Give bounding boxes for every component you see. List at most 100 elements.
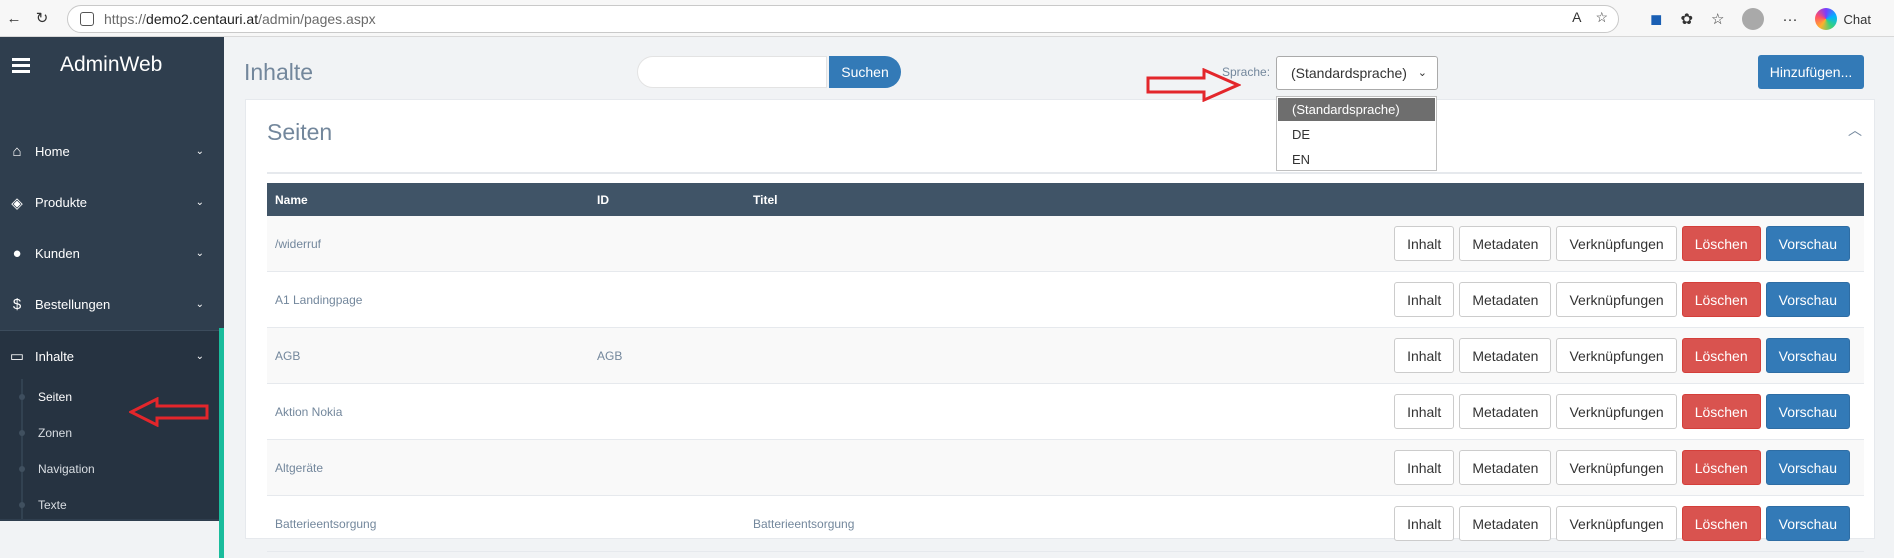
extensions-puzzle-icon[interactable]: ✿ <box>1680 10 1693 28</box>
column-id[interactable]: ID <box>597 193 609 207</box>
brand-title[interactable]: AdminWeb <box>60 53 162 77</box>
vorschau-button[interactable]: Vorschau <box>1765 226 1850 261</box>
column-name[interactable]: Name <box>275 193 308 207</box>
chevron-down-icon: ⌄ <box>195 197 204 208</box>
refresh-icon[interactable]: ↻ <box>32 8 52 28</box>
inhalt-button[interactable]: Inhalt <box>1394 506 1455 541</box>
sidebar-menu-list: ⌂ Home ⌄ ◈ Produkte ⌄ ● Kunden ⌄ $ Beste… <box>0 126 224 381</box>
page-title: Inhalte <box>244 59 314 85</box>
row-actions: Inhalt Metadaten Verknüpfungen Löschen Vorsc… <box>1394 282 1850 317</box>
cell-name: Batterieentsorgung <box>275 517 377 531</box>
table-row: Altgeräte Inhalt Metadaten Verknüpfungen Lös… <box>267 440 1864 496</box>
row-actions: Inhalt Metadaten Verknüpfungen Löschen Vorsc… <box>1394 338 1850 373</box>
loeschen-button[interactable]: Löschen <box>1681 506 1761 541</box>
read-aloud-icon[interactable]: A <box>1572 9 1581 26</box>
back-arrow-icon[interactable]: ← <box>4 8 24 28</box>
chevron-up-icon[interactable]: ︿ <box>1848 120 1862 140</box>
language-option[interactable]: (Standardsprache) <box>1278 98 1435 121</box>
verknuepfungen-button[interactable]: Verknüpfungen <box>1556 282 1677 317</box>
language-option[interactable]: EN <box>1277 147 1436 172</box>
language-dropdown-list: (Standardsprache) DE EN <box>1276 96 1437 171</box>
chevron-down-icon: ⌄ <box>195 299 204 310</box>
metadaten-button[interactable]: Metadaten <box>1459 394 1552 429</box>
vorschau-button[interactable]: Vorschau <box>1765 506 1850 541</box>
row-actions: Inhalt Metadaten Verknüpfungen Löschen Vorsc… <box>1394 394 1850 429</box>
language-select[interactable]: (Standardsprache) ⌄ <box>1276 56 1438 90</box>
row-actions: Inhalt Metadaten Verknüpfungen Löschen Vorsc… <box>1394 506 1850 541</box>
copilot-icon[interactable] <box>1815 8 1838 30</box>
cell-name: Aktion Nokia <box>275 405 343 419</box>
url-text[interactable]: https://demo2.centauri.at/admin/pages.as… <box>104 11 376 27</box>
loeschen-button[interactable]: Löschen <box>1681 338 1761 373</box>
chevron-down-icon: ⌄ <box>195 350 204 362</box>
metadaten-button[interactable]: Metadaten <box>1459 338 1552 373</box>
more-menu-icon[interactable]: ··· <box>1782 11 1797 28</box>
loeschen-button[interactable]: Löschen <box>1681 282 1761 317</box>
sidebar-subitem-navigation[interactable]: Navigation <box>0 451 219 487</box>
verknuepfungen-button[interactable]: Verknüpfungen <box>1556 506 1677 541</box>
vorschau-button[interactable]: Vorschau <box>1765 450 1850 485</box>
language-option[interactable]: DE <box>1277 122 1436 147</box>
pages-panel: Seiten ︿ Name ID Titel /widerruf Inhalt Me… <box>245 99 1875 552</box>
sidebar-item-kunden[interactable]: ● Kunden ⌄ <box>0 228 224 279</box>
panel-title: Seiten <box>267 119 333 145</box>
bullet-icon <box>19 394 25 400</box>
metadaten-button[interactable]: Metadaten <box>1459 506 1552 541</box>
bullet-icon <box>19 466 25 472</box>
cell-id: AGB <box>597 349 623 363</box>
loeschen-button[interactable]: Löschen <box>1681 394 1761 429</box>
metadaten-button[interactable]: Metadaten <box>1459 282 1552 317</box>
cell-name: Altgeräte <box>275 461 324 475</box>
row-actions: Inhalt Metadaten Verknüpfungen Löschen Vorsc… <box>1394 450 1850 485</box>
add-button[interactable]: Hinzufügen... <box>1758 55 1864 89</box>
sidebar-item-bestellungen[interactable]: $ Bestellungen ⌄ <box>0 279 224 330</box>
extension-shield-icon[interactable]: ◼ <box>1650 10 1662 28</box>
dollar-icon: $ <box>12 296 22 313</box>
chevron-down-icon: ⌄ <box>195 146 204 157</box>
loeschen-button[interactable]: Löschen <box>1681 226 1761 261</box>
address-bar[interactable]: https://demo2.centauri.at/admin/pages.as… <box>67 5 1619 33</box>
search-button[interactable]: Suchen <box>829 56 901 88</box>
inhalt-button[interactable]: Inhalt <box>1394 338 1455 373</box>
cell-name: A1 Landingpage <box>275 293 363 307</box>
sidebar-subitem-texte[interactable]: Texte <box>0 487 219 523</box>
chat-label[interactable]: Chat <box>1843 12 1870 27</box>
inhalt-button[interactable]: Inhalt <box>1394 450 1455 485</box>
verknuepfungen-button[interactable]: Verknüpfungen <box>1556 338 1677 373</box>
search-input[interactable] <box>637 56 827 88</box>
vorschau-button[interactable]: Vorschau <box>1765 282 1850 317</box>
bullet-icon <box>19 502 25 508</box>
profile-avatar[interactable] <box>1742 8 1765 30</box>
favorites-icon[interactable]: ☆ <box>1711 10 1724 28</box>
bullet-icon <box>19 430 25 436</box>
favorite-star-icon[interactable]: ☆ <box>1595 9 1608 26</box>
hamburger-menu-icon[interactable] <box>12 58 30 73</box>
metadaten-button[interactable]: Metadaten <box>1459 226 1552 261</box>
verknuepfungen-button[interactable]: Verknüpfungen <box>1556 226 1677 261</box>
chevron-down-icon: ⌄ <box>1417 67 1427 79</box>
vorschau-button[interactable]: Vorschau <box>1765 338 1850 373</box>
verknuepfungen-button[interactable]: Verknüpfungen <box>1556 394 1677 429</box>
cell-titel: Batterieentsorgung <box>753 517 855 531</box>
loeschen-button[interactable]: Löschen <box>1681 450 1761 485</box>
vorschau-button[interactable]: Vorschau <box>1765 394 1850 429</box>
verknuepfungen-button[interactable]: Verknüpfungen <box>1556 450 1677 485</box>
column-titel[interactable]: Titel <box>753 193 777 207</box>
table-row: A1 Landingpage Inhalt Metadaten Verknüpfung… <box>267 272 1864 328</box>
main-content: Inhalte Suchen Sprache: (Standardsprache… <box>224 37 1894 552</box>
inhalt-button[interactable]: Inhalt <box>1394 394 1455 429</box>
table-row: /widerruf Inhalt Metadaten Verknüpfungen Lös… <box>267 216 1864 272</box>
pages-table: Name ID Titel /widerruf Inhalt Metadaten Ve… <box>267 183 1864 552</box>
cell-name: AGB <box>275 349 301 363</box>
page-info-icon[interactable] <box>80 12 94 26</box>
monitor-icon: ▭ <box>9 348 25 365</box>
sidebar-item-home[interactable]: ⌂ Home ⌄ <box>0 126 224 177</box>
row-actions: Inhalt Metadaten Verknüpfungen Löschen Vorsc… <box>1394 226 1850 261</box>
language-select-value: (Standardsprache) <box>1291 65 1407 81</box>
sidebar-item-produkte[interactable]: ◈ Produkte ⌄ <box>0 177 224 228</box>
inhalt-button[interactable]: Inhalt <box>1394 282 1455 317</box>
sidebar-item-inhalte[interactable]: ▭ Inhalte ⌄ <box>0 330 224 381</box>
inhalt-button[interactable]: Inhalt <box>1394 226 1455 261</box>
panel-divider <box>267 172 1862 174</box>
metadaten-button[interactable]: Metadaten <box>1459 450 1552 485</box>
